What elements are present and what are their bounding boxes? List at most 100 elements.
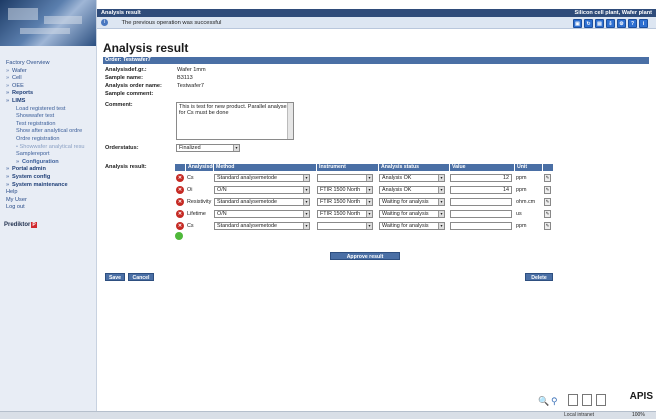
edit-icon[interactable]: ✎ xyxy=(544,186,551,194)
chevron-down-icon: ▾ xyxy=(233,145,239,151)
cancel-button[interactable]: Cancel xyxy=(128,273,154,281)
value-input[interactable]: 14 xyxy=(450,186,512,194)
method-select[interactable]: O/N ▾ xyxy=(214,210,310,218)
delete-row-icon[interactable]: ✕ xyxy=(176,210,184,218)
search-icon[interactable]: ⚲ xyxy=(551,396,558,407)
value-input[interactable] xyxy=(450,222,512,230)
col-header-delete xyxy=(175,164,185,171)
sidebar-item[interactable]: » System config xyxy=(4,174,96,182)
instrument-select[interactable]: FTIR 1500 North ▾ xyxy=(317,186,373,194)
sidebar-item[interactable]: Ordre registration xyxy=(4,136,96,144)
sample-name-label: Sample name: xyxy=(105,75,143,81)
sidebar-item[interactable]: Test registration xyxy=(4,121,96,129)
instrument-value: FTIR 1500 North xyxy=(320,199,361,205)
value-input[interactable]: 12 xyxy=(450,174,512,182)
sidebar-banner-image xyxy=(0,0,96,46)
status-value: Analysis OK xyxy=(382,187,412,193)
export-icon[interactable]: ⇩ xyxy=(606,19,615,28)
sidebar-item[interactable]: » Cell xyxy=(4,75,96,83)
instrument-select[interactable]: FTIR 1500 North ▾ xyxy=(317,198,373,206)
method-select[interactable]: Standard analysemetode ▾ xyxy=(214,174,310,182)
settings-icon[interactable]: ⚙ xyxy=(617,19,626,28)
edit-icon[interactable]: ✎ xyxy=(544,174,551,182)
add-analysis-icon[interactable] xyxy=(175,232,183,240)
value-input[interactable] xyxy=(450,198,512,206)
method-select[interactable]: Standard analysemetode ▾ xyxy=(214,222,310,230)
document-icon[interactable] xyxy=(582,394,592,406)
save-button[interactable]: Save xyxy=(105,273,125,281)
sidebar-item[interactable]: Samplereport xyxy=(4,151,96,159)
sidebar-item[interactable]: » Portal admin xyxy=(4,166,96,174)
status-select[interactable]: Waiting for analysis ▾ xyxy=(379,222,445,230)
help-icon[interactable]: ? xyxy=(628,19,637,28)
sidebar-item-label: Test registration xyxy=(16,120,56,127)
browser-status-bar xyxy=(0,411,656,419)
delete-row-icon[interactable]: ✕ xyxy=(176,222,184,230)
sidebar-item[interactable]: Factory Overview xyxy=(4,60,96,68)
sidebar-item-label: OEE xyxy=(12,82,24,89)
analysis-name: Lifetime xyxy=(187,211,206,217)
zoom-in-icon[interactable]: 🔍 xyxy=(538,396,549,407)
status-select[interactable]: Waiting for analysis ▾ xyxy=(379,210,445,218)
sidebar-item[interactable]: Load registered test xyxy=(4,106,96,114)
sidebar: Factory Overview» Wafer» Cell» OEE» Reports»… xyxy=(0,0,97,419)
sidebar-item-label: Help xyxy=(6,189,18,196)
zoom-level[interactable]: 100% xyxy=(632,411,645,419)
sheet-icon[interactable] xyxy=(596,394,606,406)
sidebar-item[interactable]: » Configuration xyxy=(4,159,96,167)
unit-label: ppm xyxy=(516,187,527,193)
table-row: ✕ Cs Standard analysemetode ▾ ▾ Analysis OK ▾ 1… xyxy=(175,173,645,183)
edit-icon[interactable]: ✎ xyxy=(544,198,551,206)
method-select[interactable]: Standard analysemetode ▾ xyxy=(214,198,310,206)
status-value: Waiting for analysis xyxy=(382,223,429,229)
sidebar-item[interactable]: • Showwafer analytical resu xyxy=(4,144,96,152)
sidebar-item-label: Load registered test xyxy=(16,105,66,112)
value-input[interactable] xyxy=(450,210,512,218)
instrument-select[interactable]: FTIR 1500 North ▾ xyxy=(317,210,373,218)
delete-row-icon[interactable]: ✕ xyxy=(176,198,184,206)
comment-textarea[interactable]: This is test for new product. Parallel a… xyxy=(176,102,294,140)
pdf-icon[interactable] xyxy=(568,394,578,406)
save-icon[interactable]: ▤ xyxy=(595,19,604,28)
sidebar-item[interactable]: » System maintenance xyxy=(4,182,96,190)
sidebar-item-label: Configuration xyxy=(22,158,59,165)
status-select[interactable]: Waiting for analysis ▾ xyxy=(379,198,445,206)
sidebar-item[interactable]: Log out xyxy=(4,204,96,212)
print-icon[interactable]: ▣ xyxy=(573,19,582,28)
sidebar-item[interactable]: » LIMS xyxy=(4,98,96,106)
company-name: Silicon cell plant, Wafer plant xyxy=(574,10,653,16)
method-value: O/N xyxy=(217,211,227,217)
delete-row-icon[interactable]: ✕ xyxy=(176,174,184,182)
sidebar-item[interactable]: Help xyxy=(4,189,96,197)
method-select[interactable]: O/N ▾ xyxy=(214,186,310,194)
delete-button[interactable]: Delete xyxy=(525,273,553,281)
edit-icon[interactable]: ✎ xyxy=(544,210,551,218)
refresh-icon[interactable]: ↻ xyxy=(584,19,593,28)
sidebar-item-label: Ordre registration xyxy=(16,135,60,142)
table-row: ✕ Cs Standard analysemetode ▾ ▾ Waiting for a… xyxy=(175,221,645,231)
sidebar-item-label: Wafer xyxy=(12,67,27,74)
analysis-name: Cs xyxy=(187,223,194,229)
status-message: The previous operation was successful xyxy=(121,20,222,26)
delete-row-icon[interactable]: ✕ xyxy=(176,186,184,194)
comment-scrollbar[interactable] xyxy=(287,103,293,139)
sidebar-item[interactable]: My User xyxy=(4,197,96,205)
col-header-instrument: Instrument xyxy=(317,164,378,171)
sidebar-item[interactable]: » Reports xyxy=(4,90,96,98)
instrument-select[interactable]: ▾ xyxy=(317,222,373,230)
status-select[interactable]: Analysis OK ▾ xyxy=(379,174,445,182)
instrument-select[interactable]: ▾ xyxy=(317,174,373,182)
sidebar-item[interactable]: Showwafer test xyxy=(4,113,96,121)
edit-icon[interactable]: ✎ xyxy=(544,222,551,230)
sidebar-item-label: Factory Overview xyxy=(6,60,50,66)
info-button-icon[interactable]: i xyxy=(639,19,648,28)
sidebar-item[interactable]: » Wafer xyxy=(4,68,96,76)
orderstatus-select[interactable]: Finalized ▾ xyxy=(176,144,240,152)
unit-label: ppm xyxy=(516,223,527,229)
approve-result-button[interactable]: Approve result xyxy=(330,252,400,260)
sidebar-item[interactable]: » OEE xyxy=(4,83,96,91)
unit-label: ppm xyxy=(516,175,527,181)
status-select[interactable]: Analysis OK ▾ xyxy=(379,186,445,194)
sidebar-item[interactable]: Show after analytical ordre xyxy=(4,128,96,136)
chevron-down-icon: ▾ xyxy=(438,187,444,193)
